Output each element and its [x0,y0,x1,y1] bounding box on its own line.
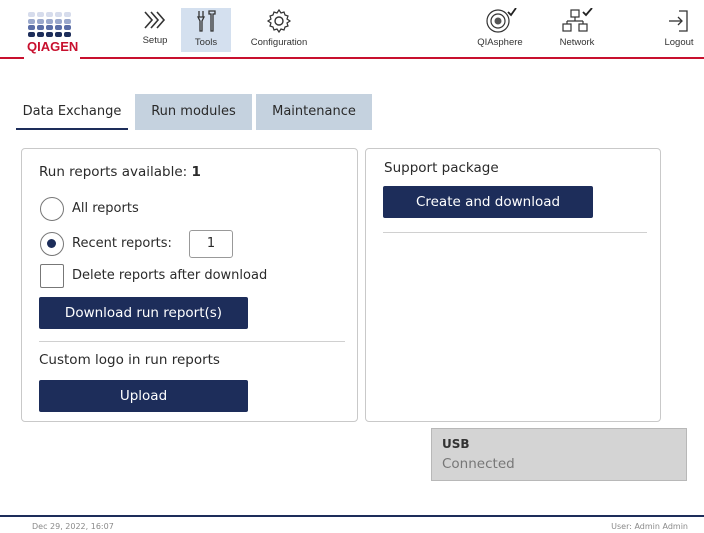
logo-dot [64,12,71,17]
logo-dot [64,18,71,24]
network-icon [562,8,593,32]
right-panel-divider [383,232,647,233]
footer-user: User: Admin Admin [611,522,688,531]
tools-icon [196,10,216,32]
logo-dot [55,18,62,24]
nav-qiasphere-button[interactable]: QIAsphere [470,8,530,52]
logout-icon [669,10,688,32]
tab-data-exchange-label: Data Exchange [22,104,122,119]
logo-dot [37,18,44,24]
nav-logout-button[interactable]: Logout [660,8,698,52]
logo-dot [46,18,53,24]
tab-run-modules[interactable]: Run modules [135,94,252,130]
logo-dot [28,25,35,30]
logo-dot [46,31,53,37]
footer-datetime: Dec 29, 2022, 16:07 [32,522,114,531]
nav-tools-button[interactable]: Tools [181,8,231,52]
nav-configuration-label: Configuration [250,37,308,48]
logo-text: QIAGEN [27,39,79,54]
app-header: QIAGEN Setup Tools Configuration QIAsphe… [0,0,704,60]
logo-dot [64,31,71,37]
delete-reports-label: Delete reports after download [72,268,268,283]
active-tab-indicator [16,128,128,130]
radio-selected-dot [47,239,56,248]
logo-dot [55,31,62,37]
custom-logo-heading: Custom logo in run reports [39,352,220,368]
support-package-heading: Support package [384,160,499,176]
logo-dot [28,31,35,37]
nav-network-label: Network [559,37,595,48]
recent-reports-count-input[interactable]: 1 [189,230,233,258]
logo-dot [55,25,62,30]
usb-title: USB [442,437,470,451]
nav-setup-button[interactable]: Setup [130,8,180,52]
logo-dot [28,12,35,17]
recent-reports-radio[interactable] [40,232,64,256]
nav-qiasphere-label: QIAsphere [477,37,523,48]
gear-icon [266,8,292,34]
logo-dot [55,12,62,17]
qiagen-logo: QIAGEN [24,6,78,60]
logo-dot-grid [28,12,74,38]
run-reports-heading-text: Run reports available: [39,164,188,180]
logo-dot [46,25,53,30]
nav-setup-label: Setup [142,35,168,46]
logo-dot [64,25,71,30]
all-reports-label: All reports [72,201,139,216]
usb-status-text: Connected [442,456,515,472]
header-accent-line-left [0,57,24,59]
all-reports-radio[interactable] [40,197,64,221]
download-run-reports-button[interactable]: Download run report(s) [39,297,248,329]
qiasphere-icon [486,8,517,33]
footer-line [0,515,704,517]
run-reports-count: 1 [191,164,201,180]
nav-logout-label: Logout [664,37,694,48]
tab-data-exchange[interactable]: Data Exchange [16,94,128,130]
tab-maintenance[interactable]: Maintenance [256,94,372,130]
recent-reports-label: Recent reports: [72,236,172,251]
left-panel-divider [39,341,345,342]
delete-reports-checkbox[interactable] [40,264,64,288]
logo-dot [37,12,44,17]
nav-network-button[interactable]: Network [554,8,600,52]
tab-maintenance-label: Maintenance [272,104,356,119]
upload-logo-button[interactable]: Upload [39,380,248,412]
nav-configuration-button[interactable]: Configuration [248,8,310,52]
header-accent-line [80,57,704,59]
create-and-download-button[interactable]: Create and download [383,186,593,218]
logo-dot [46,12,53,17]
run-reports-heading: Run reports available: 1 [39,164,201,180]
logo-dot [28,18,35,24]
usb-status-box: USB Connected [431,428,687,481]
chevrons-right-icon [144,11,166,29]
tab-run-modules-label: Run modules [151,104,236,119]
nav-tools-label: Tools [194,37,218,48]
logo-dot [37,25,44,30]
logo-dot [37,31,44,37]
